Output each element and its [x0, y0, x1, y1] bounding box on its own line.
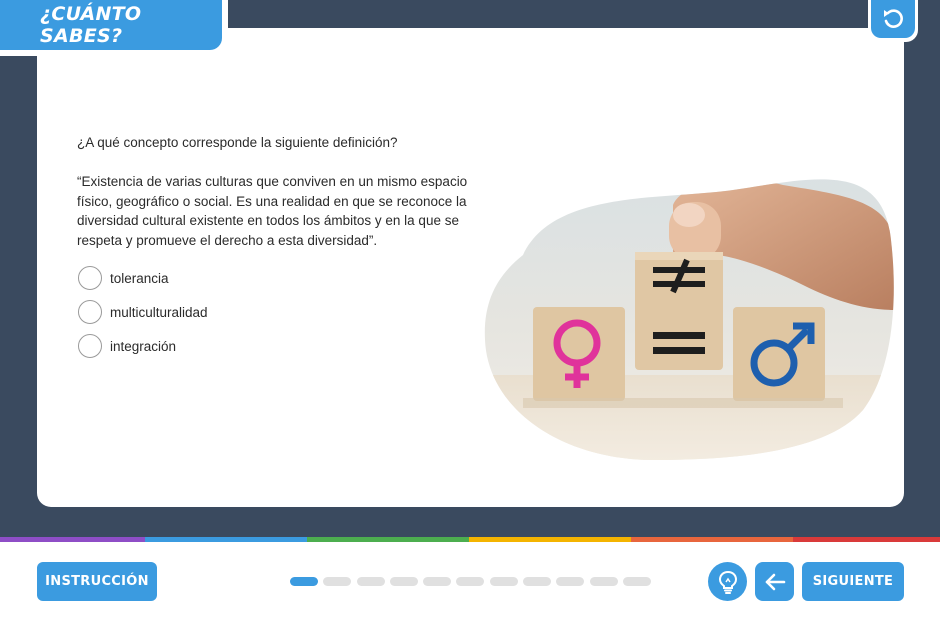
progress-step — [389, 577, 418, 586]
progress-step — [423, 577, 452, 586]
next-button[interactable]: SIGUIENTE — [802, 562, 904, 601]
radio-button[interactable] — [78, 334, 102, 358]
instruction-button[interactable]: INSTRUCCIÓN — [37, 562, 157, 601]
answer-options: tolerancia multiculturalidad integración — [78, 265, 208, 367]
reset-button-frame — [868, 0, 918, 42]
back-button[interactable] — [755, 562, 794, 601]
progress-step — [356, 577, 385, 586]
progress-step — [489, 577, 518, 586]
progress-step — [523, 577, 552, 586]
progress-step — [290, 577, 318, 586]
option-label: multiculturalidad — [110, 304, 208, 320]
option-integracion[interactable]: integración — [78, 333, 208, 359]
reset-button[interactable] — [871, 0, 915, 38]
option-tolerancia[interactable]: tolerancia — [78, 265, 208, 291]
progress-step — [456, 577, 485, 586]
question-text: ¿A qué concepto corresponde la siguiente… — [77, 135, 398, 150]
progress-step — [622, 577, 651, 586]
option-label: integración — [110, 338, 177, 354]
lightbulb-icon — [718, 570, 737, 594]
progress-step — [589, 577, 618, 586]
progress-step — [323, 577, 352, 586]
activity-frame: ¿CUÁNTO SABES? ¿A qué concepto correspon… — [0, 0, 940, 537]
title-tab: ¿CUÁNTO SABES? — [0, 0, 228, 56]
gender-blocks-illustration — [484, 179, 894, 461]
page-title: ¿CUÁNTO SABES? — [40, 3, 142, 47]
radio-button[interactable] — [78, 266, 102, 290]
arrow-left-icon — [765, 573, 785, 590]
hint-button[interactable] — [708, 562, 747, 601]
rainbow-divider — [0, 537, 940, 542]
undo-icon — [884, 9, 903, 28]
option-label: tolerancia — [110, 270, 169, 286]
progress-step — [556, 577, 585, 586]
title-banner: ¿CUÁNTO SABES? — [0, 0, 222, 50]
option-multiculturalidad[interactable]: multiculturalidad — [78, 299, 208, 325]
radio-button[interactable] — [78, 300, 102, 324]
progress-indicator — [290, 577, 656, 586]
definition-text: “Existencia de varias culturas que convi… — [77, 174, 468, 248]
